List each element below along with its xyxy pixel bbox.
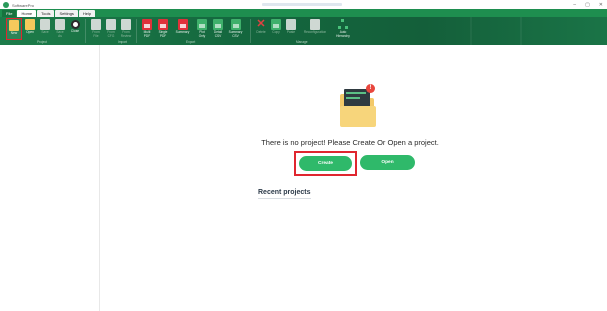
hierarchy-node (341, 19, 344, 22)
create-project-button[interactable]: Create (299, 156, 352, 171)
ribbon-separator (136, 19, 137, 43)
ribbon-toolbar: New Open Save Save As Close Project From… (0, 17, 607, 45)
ribbon-separator (85, 19, 86, 43)
csv-icon (230, 19, 241, 30)
pdf-icon (177, 19, 188, 30)
save-as-label: Save As (56, 30, 64, 38)
detail-csv-label: Detail CSV (213, 30, 223, 38)
ribbon-separator (250, 19, 251, 43)
recent-projects-divider (258, 198, 311, 199)
warning-icon: ! (366, 84, 375, 93)
auto-hierarchy-label: Auto Hierarchy (336, 30, 350, 38)
open-project-main-button[interactable]: Open (360, 155, 415, 170)
create-button-highlight: Create (294, 151, 357, 176)
group-label-manage: Manage (296, 40, 308, 44)
export-summary-button[interactable]: Summary (173, 18, 192, 40)
hierarchy-icon (338, 19, 348, 30)
copy-button[interactable]: Copy (268, 18, 284, 40)
delete-button[interactable]: ✕ Delete (253, 18, 269, 40)
new-folder-icon (9, 20, 19, 31)
project-tree-panel (0, 45, 100, 311)
import-from-file-button[interactable]: From File (88, 18, 104, 40)
group-label-import: Import (118, 40, 128, 44)
close-circle-icon (70, 20, 80, 29)
pdf-icon (142, 19, 152, 30)
reconfiguration-button[interactable]: Reconfiguration (300, 18, 330, 40)
window-title: SoftwarePro (12, 2, 35, 8)
from-cfg-label: From CFG (107, 30, 115, 38)
new-label: New (10, 31, 18, 35)
single-pdf-label: Single PDF (158, 30, 168, 38)
export-multi-pdf-button[interactable]: Multi PDF (139, 18, 155, 40)
window-controls: – ▢ ✕ (573, 2, 603, 8)
document-shape (344, 89, 370, 107)
copy-label: Copy (272, 30, 280, 34)
save-label: Save (41, 30, 49, 34)
folder-front-shape (340, 106, 376, 127)
export-summary-csv-button[interactable]: Summary CSV (226, 18, 245, 40)
export-detail-csv-button[interactable]: Detail CSV (210, 18, 226, 40)
multi-pdf-label: Multi PDF (143, 30, 151, 38)
hierarchy-node (345, 26, 348, 29)
save-icon (40, 19, 50, 30)
ribbon-decoration (470, 17, 472, 45)
export-plot-only-button[interactable]: Plot Only (194, 18, 210, 40)
paste-button[interactable]: Paste (283, 18, 299, 40)
save-as-icon (55, 19, 65, 30)
recent-projects-heading: Recent projects (258, 189, 311, 196)
open-label: Open (26, 30, 34, 34)
close-project-button[interactable]: Close (67, 18, 83, 40)
minimize-button[interactable]: – (573, 2, 576, 8)
delete-label: Delete (256, 30, 266, 34)
import-cfg-icon (106, 19, 116, 30)
csv-icon (197, 19, 207, 30)
open-folder-icon (25, 19, 35, 30)
tab-home[interactable]: Home (17, 10, 37, 17)
from-file-label: From File (92, 30, 100, 38)
plot-only-label: Plot Only (198, 30, 206, 38)
app-logo-icon (3, 2, 9, 8)
reconfiguration-label: Reconfiguration (303, 30, 327, 34)
export-single-pdf-button[interactable]: Single PDF (155, 18, 171, 40)
delete-icon: ✕ (256, 18, 266, 30)
maximize-button[interactable]: ▢ (585, 2, 590, 8)
tab-settings[interactable]: Settings (55, 10, 78, 17)
save-button[interactable]: Save (37, 18, 53, 40)
paste-label: Paste (286, 30, 296, 34)
hierarchy-node (338, 26, 341, 29)
summary-label: Summary (175, 30, 190, 34)
import-review-icon (121, 19, 131, 30)
menu-tabs: File Home Tools Settings Help (0, 9, 607, 17)
open-project-button[interactable]: Open (22, 18, 38, 40)
from-review-label: From Review (120, 30, 132, 38)
import-from-cfg-button[interactable]: From CFG (103, 18, 119, 40)
import-file-icon (91, 19, 101, 30)
empty-state-message: There is no project! Please Create Or Op… (261, 138, 439, 147)
close-window-button[interactable]: ✕ (599, 2, 603, 8)
group-label-project: Project (37, 40, 47, 44)
pdf-icon (158, 19, 168, 30)
paste-icon (286, 19, 296, 30)
empty-folder-illustration: ! (337, 84, 379, 128)
import-from-review-button[interactable]: From Review (118, 18, 134, 40)
tab-file[interactable]: File (2, 10, 17, 17)
new-project-button[interactable]: New (6, 18, 22, 40)
ribbon-decoration (520, 17, 522, 45)
csv-icon (213, 19, 223, 30)
save-as-button[interactable]: Save As (52, 18, 68, 40)
summary-csv-label: Summary CSV (228, 30, 243, 38)
tab-help[interactable]: Help (78, 10, 96, 17)
group-label-export: Export (186, 40, 196, 44)
reconfigure-icon (310, 19, 320, 30)
copy-icon (271, 19, 281, 30)
close-label: Close (70, 29, 80, 33)
auto-hierarchy-button[interactable]: Auto Hierarchy (332, 18, 354, 40)
title-bar-center-region (262, 3, 342, 6)
tab-tools[interactable]: Tools (37, 10, 55, 17)
